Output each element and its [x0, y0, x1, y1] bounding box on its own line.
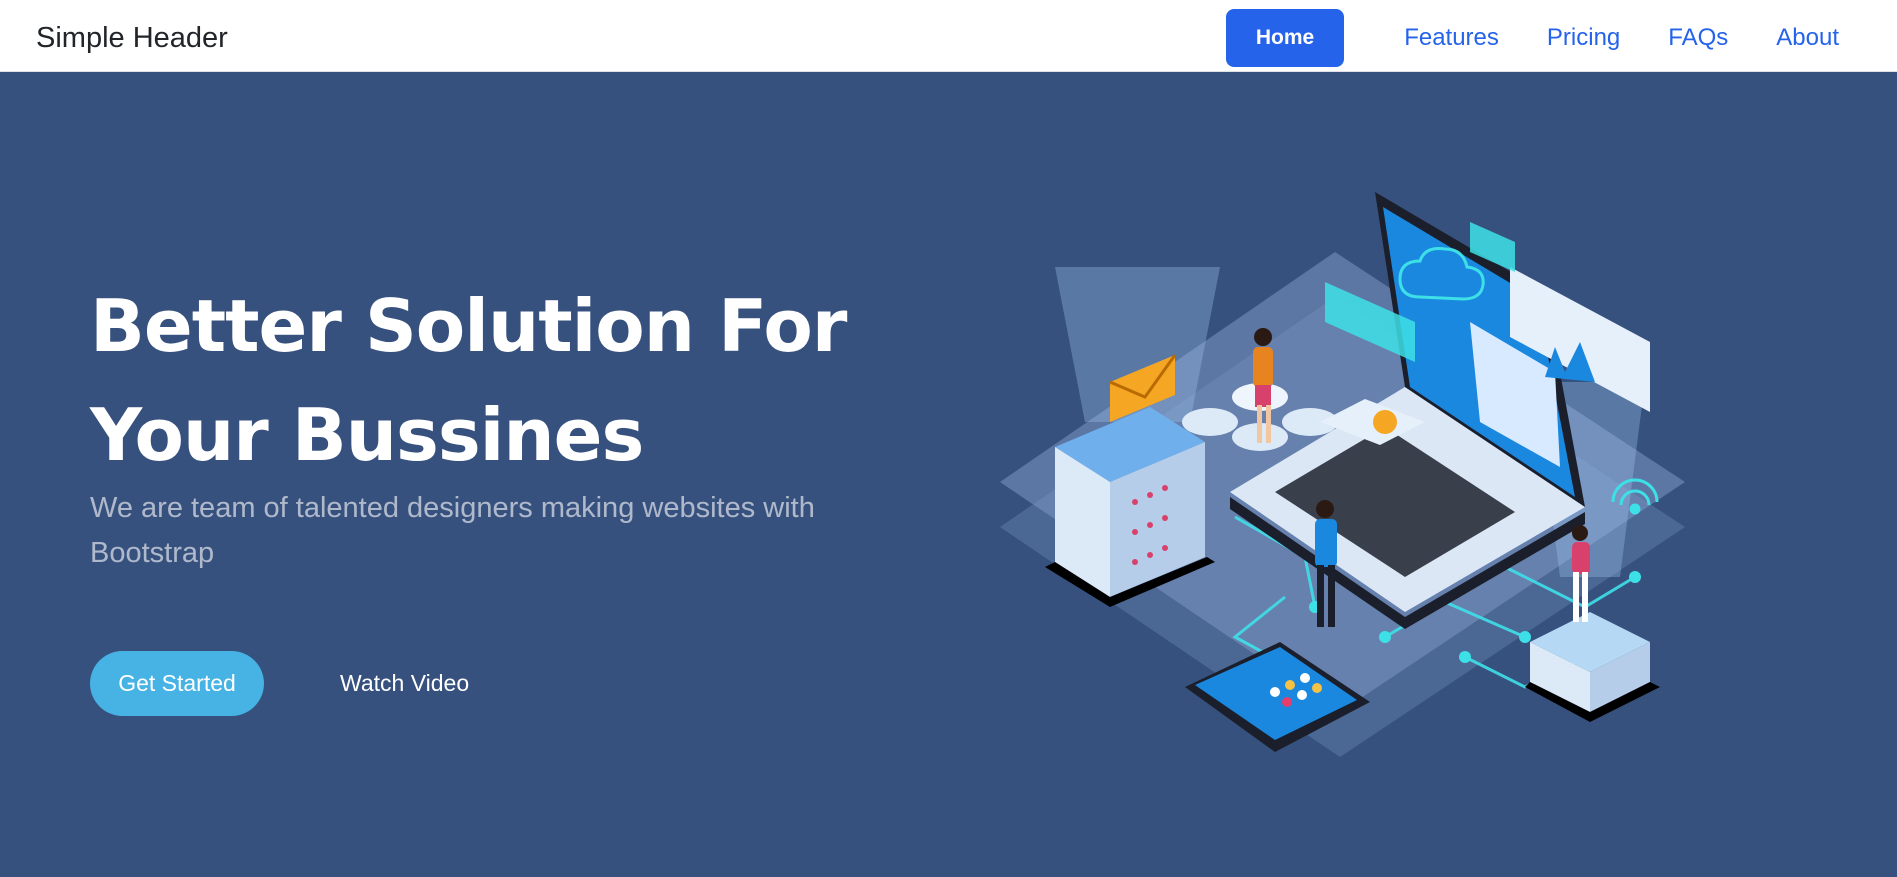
pie-chart-icon — [1373, 410, 1397, 434]
nav-about-link[interactable]: About — [1752, 9, 1863, 67]
hero-illustration — [1000, 192, 1685, 757]
server-rack-right — [1525, 612, 1660, 722]
nav-faqs-link[interactable]: FAQs — [1644, 9, 1752, 67]
hero-title-line-1: Better Solution For — [90, 284, 847, 368]
hero-subtitle: We are team of talented designers making… — [90, 492, 815, 569]
brand-title[interactable]: Simple Header — [36, 0, 228, 72]
top-navbar: Simple Header Home Features Pricing FAQs… — [0, 0, 1897, 72]
nav-features-link[interactable]: Features — [1380, 9, 1523, 67]
nav-home-link[interactable]: Home — [1225, 9, 1345, 67]
hero-title: Better Solution For Your Bussines — [90, 272, 890, 490]
watch-video-button[interactable]: Watch Video — [340, 651, 469, 716]
hero-title-line-2: Your Bussines — [90, 393, 644, 477]
hero-section: Better Solution For Your Bussines We are… — [0, 72, 1897, 877]
main-nav: Home Features Pricing FAQs About — [1225, 9, 1863, 67]
get-started-button[interactable]: Get Started — [90, 651, 264, 716]
nav-pricing-link[interactable]: Pricing — [1523, 9, 1644, 67]
